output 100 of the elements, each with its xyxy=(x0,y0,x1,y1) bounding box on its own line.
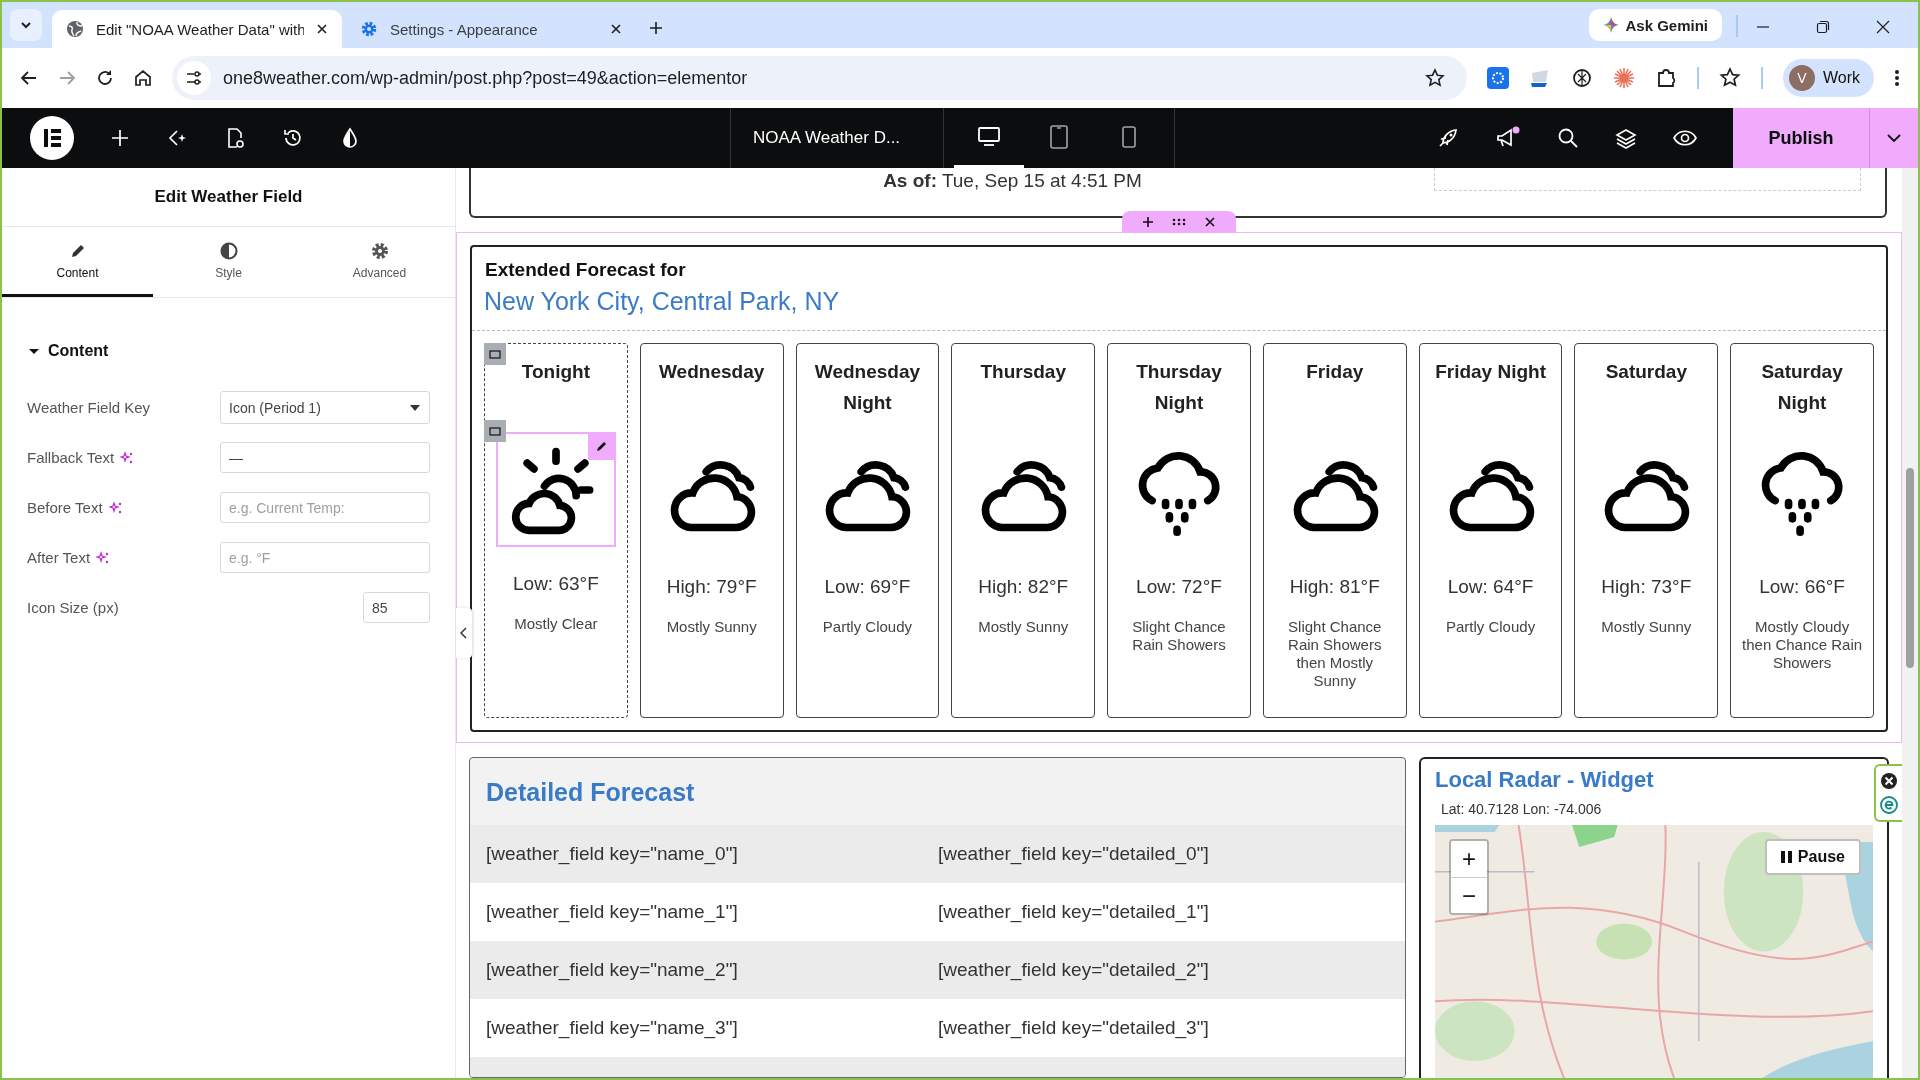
desktop-icon xyxy=(977,125,1001,148)
table-cell-text: [weather_field key="detailed_2"] xyxy=(938,959,1210,981)
panel-tab[interactable]: Content xyxy=(2,227,153,297)
logo-icon[interactable] xyxy=(30,116,74,160)
panel-tab[interactable]: Advanced xyxy=(304,227,455,297)
rocket-icon[interactable] xyxy=(1437,127,1459,149)
url-text: one8weather.com/wp-admin/post.php?post=49&action=elementor xyxy=(223,67,748,89)
document-title-dropdown[interactable]: NOAA Weather D... xyxy=(730,108,944,168)
forward-icon[interactable] xyxy=(58,69,76,87)
restore-icon[interactable] xyxy=(1816,20,1830,34)
field-label: Fallback Text xyxy=(27,449,115,466)
close-window-icon[interactable] xyxy=(1876,20,1890,34)
close-icon[interactable] xyxy=(1204,216,1216,228)
browser-tab[interactable]: Settings - Appearance xyxy=(346,10,636,48)
column-handle[interactable] xyxy=(484,343,506,365)
period-name: Wednesday xyxy=(658,360,766,384)
tab-search-button[interactable] xyxy=(10,9,42,41)
profile-button[interactable]: V Work xyxy=(1782,59,1874,97)
address-bar[interactable]: one8weather.com/wp-admin/post.php?post=49&action=elementor xyxy=(172,56,1467,100)
contrast-icon xyxy=(219,241,238,260)
extension-icon[interactable] xyxy=(1570,67,1593,89)
forecast-period-card[interactable]: Saturday High: 73°F Mostly Sunny xyxy=(1574,343,1719,718)
select-field[interactable]: Icon (Period 1) xyxy=(220,391,430,424)
starburst-icon[interactable] xyxy=(1612,67,1635,89)
close-icon[interactable] xyxy=(610,23,622,35)
column-icon xyxy=(489,349,501,359)
site-settings-icon[interactable] xyxy=(177,61,211,95)
forecast-period-card[interactable]: Thursday High: 82°F Mostly Sunny xyxy=(951,343,1096,718)
close-icon[interactable] xyxy=(316,23,328,35)
globe-icon xyxy=(66,20,84,38)
layers-icon[interactable] xyxy=(1615,127,1637,149)
zoom-in-button[interactable]: + xyxy=(1451,841,1487,877)
tablet-icon xyxy=(1049,123,1069,150)
text-field[interactable]: e.g. Current Temp: xyxy=(220,492,430,523)
number-field[interactable]: 85 xyxy=(363,592,430,623)
section-handle[interactable] xyxy=(1122,211,1236,233)
section-toggle[interactable]: Content xyxy=(2,298,455,386)
temperature-text: Low: 66°F xyxy=(1759,576,1845,598)
location-title: New York City, Central Park, NY xyxy=(484,287,841,316)
detailed-forecast-title: Detailed Forecast xyxy=(485,777,696,808)
extension-badge-icon[interactable] xyxy=(1880,796,1898,814)
temperature-text: Low: 69°F xyxy=(824,576,911,598)
temperature-text: Low: 64°F xyxy=(1447,576,1534,598)
zoom-out-button[interactable]: − xyxy=(1451,877,1487,913)
forecast-period-card[interactable]: Friday High: 81°F Slight Chance Rain Showers then Mostly Sunny xyxy=(1262,343,1407,718)
new-tab-icon[interactable] xyxy=(648,20,664,36)
temperature-text: Low: 72°F xyxy=(1136,576,1222,598)
edit-widget-button[interactable] xyxy=(587,432,616,460)
table-cell-text: [weather_field key="name_1"] xyxy=(486,901,739,923)
gear-icon xyxy=(370,241,389,260)
forecast-summary: Mostly Sunny xyxy=(665,618,758,636)
pause-button[interactable]: Pause xyxy=(1764,839,1861,875)
forecast-heading: Extended Forecast for xyxy=(485,259,687,281)
home-icon[interactable] xyxy=(134,69,152,87)
close-icon[interactable] xyxy=(1880,772,1898,790)
text-field[interactable]: e.g. °F xyxy=(220,542,430,573)
droplet-icon[interactable] xyxy=(340,127,360,149)
period-name: Friday Night xyxy=(1434,360,1547,384)
forecast-summary: Mostly Cloudy then Chance Rain Showers xyxy=(1741,618,1864,672)
forecast-period-card[interactable]: Tonight Low: 63°F Mostly Clear xyxy=(484,343,628,718)
panel-tab[interactable]: Style xyxy=(153,227,304,297)
publish-button[interactable]: Publish xyxy=(1733,108,1869,168)
forecast-summary: Mostly Clear xyxy=(513,615,599,633)
ask-gemini-button[interactable]: Ask Gemini xyxy=(1589,9,1722,41)
widget-handle[interactable] xyxy=(483,420,506,442)
temperature-text: Low: 63°F xyxy=(513,573,599,595)
forecast-period-card[interactable]: Saturday Night Low: 66°F Mostly Cloudy then Chance Rain Showers xyxy=(1730,343,1874,718)
table-cell-text: [weather_field key="name_2"] xyxy=(486,959,739,981)
forecast-period-card[interactable]: Wednesday High: 79°F Mostly Sunny xyxy=(639,343,784,718)
back-icon[interactable] xyxy=(20,69,38,87)
temperature-text: High: 73°F xyxy=(1601,576,1692,598)
add-icon[interactable] xyxy=(1142,216,1154,228)
search-icon[interactable] xyxy=(1557,127,1579,149)
forecast-summary: Mostly Sunny xyxy=(1600,618,1693,636)
scrollbar[interactable] xyxy=(1902,168,1918,1078)
forecast-summary: Slight Chance Rain Showers xyxy=(1131,618,1227,654)
drag-handle-icon[interactable] xyxy=(1172,217,1186,227)
mobile-icon xyxy=(1121,124,1137,149)
collapse-panel-button[interactable] xyxy=(456,608,472,658)
forecast-period-card[interactable]: Friday Night Low: 64°F Partly Cloudy xyxy=(1418,343,1563,718)
avatar: V xyxy=(1788,65,1815,91)
table-cell-text: [weather_field key="detailed_3"] xyxy=(938,1017,1210,1039)
period-name: Saturday xyxy=(1604,360,1688,384)
more-icon[interactable] xyxy=(1894,68,1900,88)
forecast-summary: Slight Chance Rain Showers then Mostly Sunny xyxy=(1287,618,1383,690)
period-name: Wednesday Night xyxy=(813,360,922,415)
panel-title: Edit Weather Field xyxy=(2,168,455,227)
eye-icon[interactable] xyxy=(1673,129,1697,147)
text-field[interactable]: — xyxy=(220,442,430,473)
forecast-period-card[interactable]: Thursday Night Low: 72°F Slight Chance Rain Showers xyxy=(1107,343,1251,718)
forecast-period-card[interactable]: Wednesday Night Low: 69°F Partly Cloudy xyxy=(795,343,940,718)
table-cell-text: [weather_field key="detailed_0"] xyxy=(938,843,1210,865)
browser-tab[interactable]: Edit "NOAA Weather Data" with xyxy=(52,10,342,48)
bookmarks-icon[interactable] xyxy=(1718,67,1741,89)
chevron-left-icon xyxy=(460,627,468,639)
star-icon[interactable] xyxy=(1424,68,1445,88)
reload-icon[interactable] xyxy=(96,69,114,87)
period-name: Thursday xyxy=(979,360,1067,384)
as-of-text: As of: Tue, Sep 15 at 4:51 PM xyxy=(882,169,1143,193)
history-icon[interactable] xyxy=(282,127,304,149)
